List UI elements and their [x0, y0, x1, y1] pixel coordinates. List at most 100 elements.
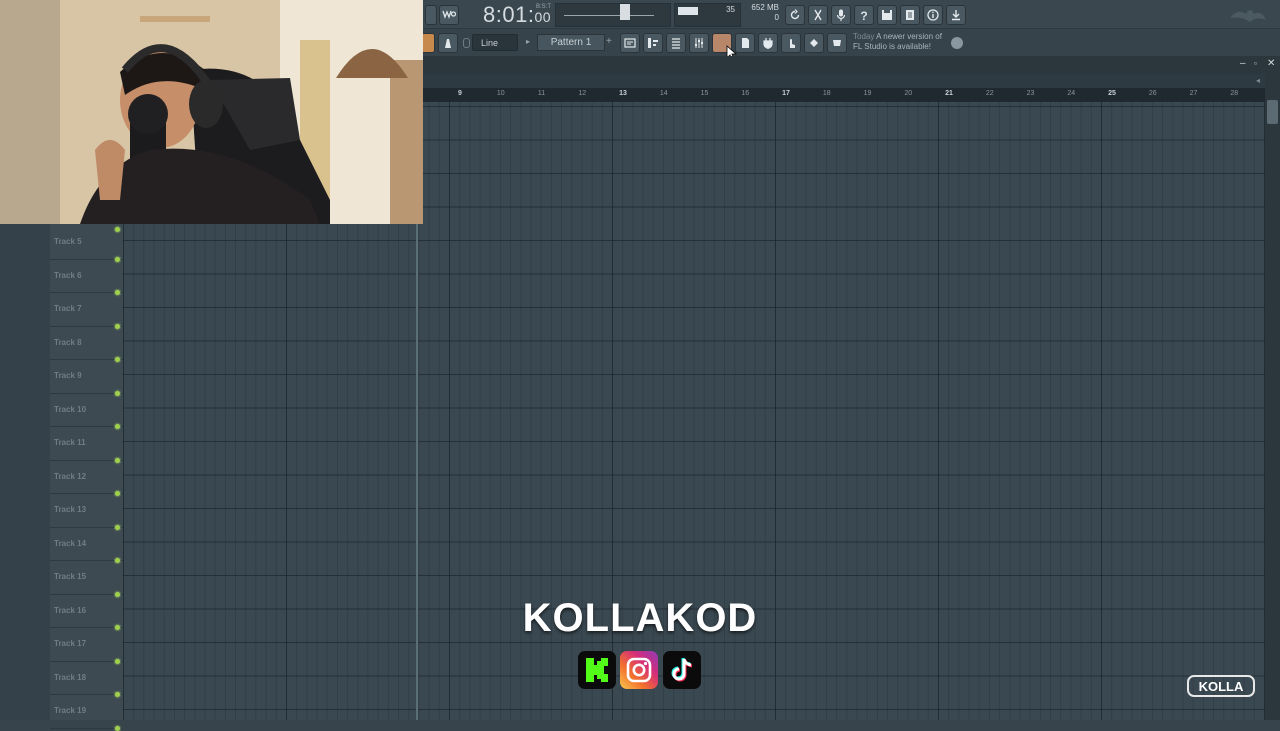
ruler-bar-number: 9 — [458, 90, 462, 97]
webcam-overlay — [0, 0, 423, 224]
cpu-meter: 35 — [674, 3, 741, 27]
time-mode[interactable]: B:S:T — [536, 4, 551, 10]
track-label: Track 15 — [54, 572, 87, 581]
track-header[interactable]: Track 8 — [50, 327, 123, 362]
maximize-icon[interactable]: ▫ — [1254, 58, 1257, 70]
wait-record-button[interactable] — [439, 5, 459, 25]
microphone-icon[interactable] — [831, 5, 851, 25]
ruler-bar-number: 23 — [1026, 90, 1035, 97]
track-label: Track 19 — [54, 706, 87, 715]
track-header[interactable]: Track 13 — [50, 494, 123, 530]
track-label: Track 6 — [54, 270, 82, 280]
mixer-icon[interactable] — [689, 33, 709, 53]
polyphony-value: 0 — [774, 13, 779, 22]
snap-dropdown[interactable]: Line — [472, 34, 518, 51]
tempo-tap-button[interactable] — [425, 5, 437, 25]
track-header[interactable]: Track 19 — [50, 695, 123, 731]
track-label: Track 5 — [54, 237, 82, 246]
globe-icon[interactable] — [951, 37, 963, 49]
pattern-selector[interactable]: Pattern 1 — [537, 34, 605, 51]
track-label: Track 12 — [54, 471, 87, 481]
track-label: Track 13 — [54, 505, 87, 514]
track-label: Track 11 — [54, 438, 86, 447]
track-label: Track 18 — [54, 672, 87, 682]
ruler-bar-number: 25 — [1108, 90, 1116, 97]
ruler-bar-number: 26 — [1148, 90, 1157, 97]
news-today: Today — [853, 32, 875, 41]
ruler-bar-number: 19 — [863, 90, 872, 97]
cpu-bar — [678, 7, 698, 15]
track-header[interactable]: Track 15 — [50, 561, 123, 597]
time-ticks: 00 — [534, 9, 552, 25]
track-header[interactable]: Track 7 — [50, 293, 123, 329]
ram-value: 652 MB — [751, 3, 779, 12]
ruler-bar-number: 10 — [496, 90, 505, 97]
plugin-icon[interactable] — [758, 33, 778, 53]
save-icon[interactable] — [877, 5, 897, 25]
ruler-bar-number: 16 — [741, 90, 750, 97]
master-volume-slider[interactable] — [620, 4, 630, 20]
track-header[interactable]: Track 12 — [50, 461, 123, 496]
track-enable-led[interactable] — [115, 227, 120, 232]
ruler-bar-number: 15 — [700, 90, 709, 97]
track-label: Track 9 — [54, 371, 82, 380]
ruler-bar-number: 21 — [945, 90, 953, 97]
ruler-bar-number: 28 — [1230, 90, 1239, 97]
track-header[interactable]: Track 11 — [50, 427, 123, 463]
track-label: Track 8 — [54, 337, 82, 347]
close-icon[interactable]: ✕ — [1267, 58, 1275, 70]
touch-keyboard-icon[interactable] — [781, 33, 801, 53]
ruler-bar-number: 14 — [659, 90, 668, 97]
playlist-picker-panel — [0, 224, 50, 720]
playlist-icon[interactable] — [620, 33, 640, 53]
track-label: Track 10 — [54, 404, 87, 414]
playlist-title-bar — [423, 56, 1280, 74]
ruler-bar-number: 20 — [904, 90, 913, 97]
magnet-icon[interactable] — [463, 38, 470, 48]
export-icon[interactable] — [900, 5, 920, 25]
track-header[interactable]: Track 6 — [50, 260, 123, 295]
track-header[interactable]: Track 10 — [50, 394, 123, 429]
ruler-bar-number: 22 — [985, 90, 994, 97]
channel-rack-icon[interactable] — [666, 33, 686, 53]
waveform-line — [564, 15, 654, 16]
track-header[interactable]: Track 18 — [50, 662, 123, 697]
fl-studio-logo-icon — [1230, 10, 1266, 22]
tools-icon[interactable] — [804, 33, 824, 53]
brand-title: KOLLAKOD — [522, 596, 758, 640]
instagram-icon[interactable] — [620, 651, 658, 689]
ruler-bar-number: 13 — [619, 90, 627, 97]
ruler-bar-number: 17 — [782, 90, 790, 97]
ruler-bar-number: 11 — [537, 90, 546, 97]
news-panel[interactable]: Today A newer version of FL Studio is av… — [853, 32, 948, 52]
webcam-image — [0, 0, 423, 224]
browser-icon[interactable] — [735, 33, 755, 53]
pencil-tool-icon[interactable] — [421, 33, 435, 53]
cut-icon[interactable] — [808, 5, 828, 25]
timeline-ruler[interactable]: 9 10 11 12 13 14 15 16 17 18 19 20 21 22 23 24 25 26 27 28 — [423, 88, 1265, 102]
info-icon[interactable] — [923, 5, 943, 25]
minimize-icon[interactable]: – — [1240, 58, 1246, 70]
pattern-add-icon[interactable]: + — [606, 36, 612, 47]
collapse-icon[interactable]: ◂ — [1256, 76, 1260, 85]
master-monitor — [555, 3, 671, 27]
kick-icon[interactable] — [578, 651, 616, 689]
download-icon[interactable] — [946, 5, 966, 25]
logo-text: KOLLA — [1199, 679, 1244, 694]
scrollbar-thumb[interactable] — [1267, 100, 1278, 124]
track-header[interactable]: Track 9 — [50, 360, 123, 396]
store-icon[interactable] — [827, 33, 847, 53]
metronome-icon[interactable] — [438, 33, 458, 53]
ruler-bar-number: 18 — [822, 90, 831, 97]
track-header[interactable]: Track 14 — [50, 528, 123, 563]
tiktok-icon[interactable] — [663, 651, 701, 689]
track-header[interactable]: Track 5 — [50, 226, 123, 262]
piano-roll-icon[interactable] — [643, 33, 663, 53]
pattern-prev-icon[interactable]: ▸ — [526, 37, 530, 46]
track-enable-led[interactable] — [115, 725, 120, 731]
cpu-value: 35 — [726, 5, 735, 14]
help-icon[interactable]: ? — [854, 5, 874, 25]
track-label: Track 14 — [54, 538, 87, 548]
track-label: Track 7 — [54, 304, 82, 313]
undo-icon[interactable] — [785, 5, 805, 25]
